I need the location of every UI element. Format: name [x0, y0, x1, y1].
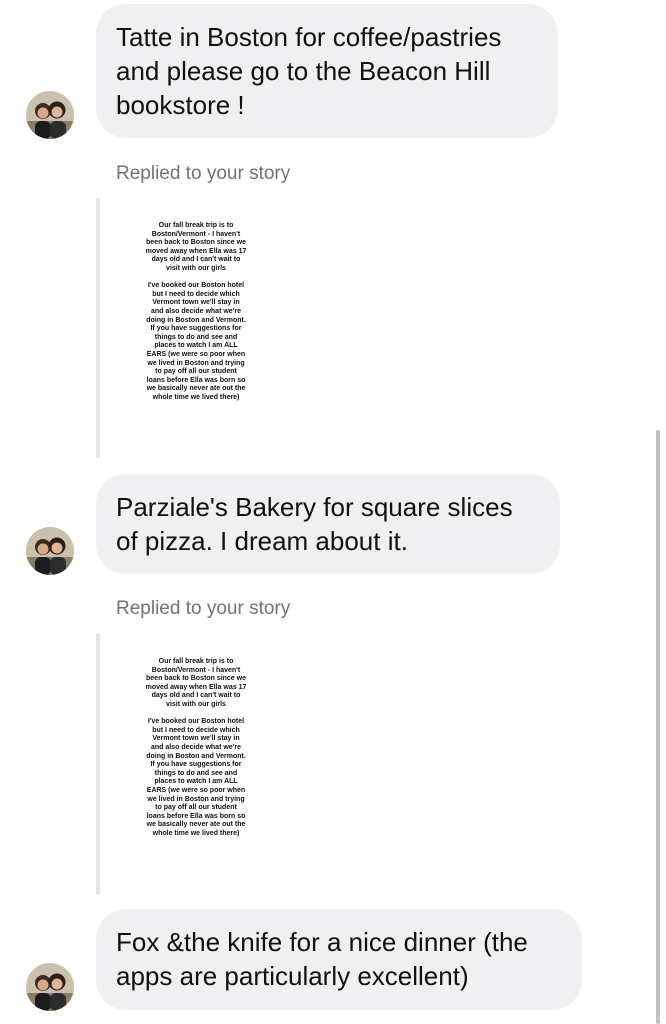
scrollbar[interactable]: [656, 430, 660, 1024]
avatar-photo-icon: [26, 963, 74, 1011]
story-reply-bar: [96, 198, 100, 458]
replied-to-story-label: Replied to your story: [116, 163, 291, 184]
avatar-photo-icon: [26, 527, 74, 575]
replied-to-story-label: Replied to your story: [116, 598, 291, 619]
avatar-photo-icon: [26, 91, 74, 139]
story-preview[interactable]: Our fall break trip is to Boston/Vermont…: [128, 222, 264, 402]
sender-avatar[interactable]: [26, 91, 74, 139]
message-bubble[interactable]: Parziale's Bakery for square slices of p…: [96, 474, 560, 574]
message-bubble[interactable]: Fox &the knife for a nice dinner (the ap…: [96, 909, 582, 1010]
story-preview[interactable]: Our fall break trip is to Boston/Vermont…: [128, 658, 264, 838]
message-bubble[interactable]: Tatte in Boston for coffee/pastries and …: [96, 4, 558, 138]
sender-avatar[interactable]: [26, 963, 74, 1011]
message-thread[interactable]: Tatte in Boston for coffee/pastries and …: [0, 0, 666, 1024]
sender-avatar[interactable]: [26, 527, 74, 575]
story-reply-bar: [96, 633, 100, 895]
